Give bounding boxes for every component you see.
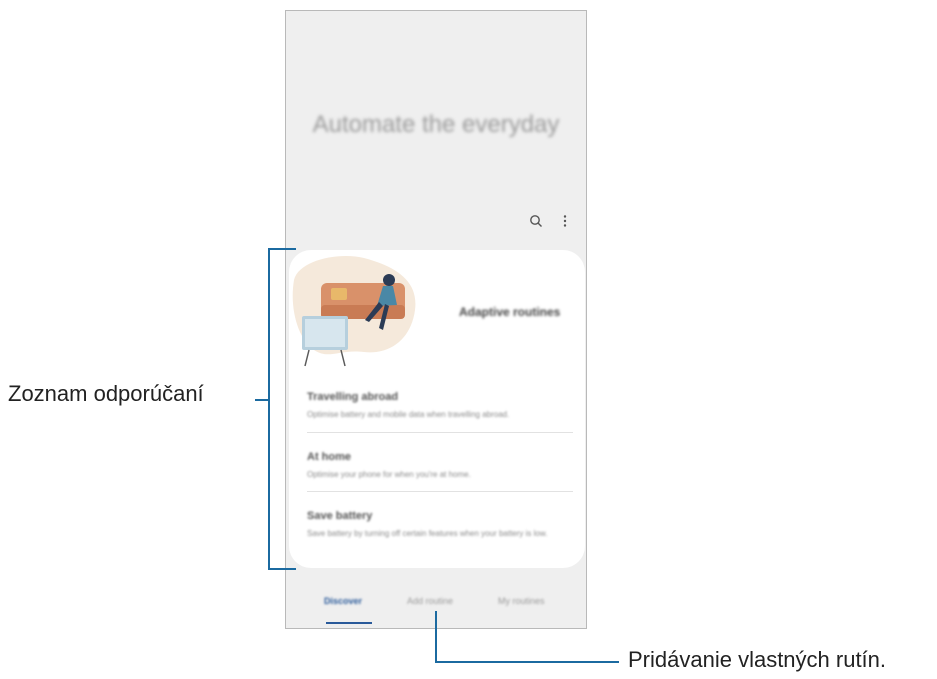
list-item-description: Save battery by turning off certain feat… xyxy=(307,529,548,538)
list-item-title: Save battery xyxy=(307,510,373,522)
phone-screen: Automate the everyday Adaptive routines … xyxy=(285,10,587,629)
list-item[interactable]: At home Optimise your phone for when you… xyxy=(307,451,573,480)
divider xyxy=(307,491,573,492)
active-tab-indicator xyxy=(326,622,372,624)
search-icon[interactable] xyxy=(529,214,543,233)
callout-bracket-top xyxy=(268,248,296,250)
tab-discover[interactable]: Discover xyxy=(324,596,362,606)
tab-add-routine[interactable]: Add routine xyxy=(407,596,453,606)
more-options-icon[interactable] xyxy=(562,214,568,233)
callout-line-horizontal xyxy=(435,661,619,663)
list-item[interactable]: Travelling abroad Optimise battery and m… xyxy=(307,391,573,420)
list-item-description: Optimise battery and mobile data when tr… xyxy=(307,410,510,419)
hero-title: Automate the everyday xyxy=(312,111,560,138)
list-item-description: Optimise your phone for when you're at h… xyxy=(307,470,471,479)
callout-bracket-bottom xyxy=(268,568,296,570)
list-item[interactable]: Save battery Save battery by turning off… xyxy=(307,510,573,539)
callout-connector xyxy=(255,399,268,401)
divider xyxy=(307,432,573,433)
adaptive-routines-heading: Adaptive routines xyxy=(459,305,561,319)
callout-bracket-line xyxy=(268,248,270,570)
adaptive-routines-illustration xyxy=(292,256,416,367)
callout-recommendation-list: Zoznam odporúčaní xyxy=(8,381,204,406)
list-item-title: At home xyxy=(307,451,351,463)
tab-my-routines[interactable]: My routines xyxy=(498,596,545,606)
callout-add-routine: Pridávanie vlastných rutín. xyxy=(628,647,887,672)
callout-line-vertical xyxy=(435,611,437,663)
list-item-title: Travelling abroad xyxy=(307,391,399,403)
recommendation-card: Adaptive routines Travelling abroad Opti… xyxy=(289,250,585,568)
